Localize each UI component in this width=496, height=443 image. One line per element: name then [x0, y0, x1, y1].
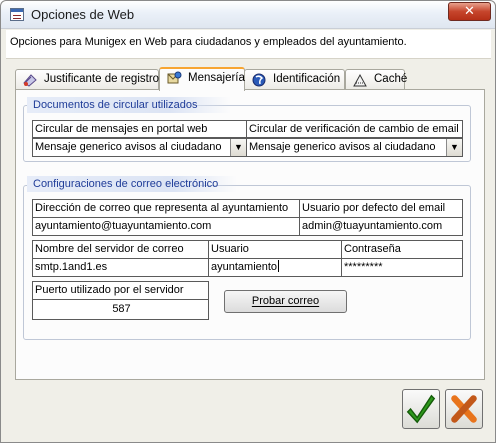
window-title: Opciones de Web	[31, 7, 135, 22]
mail-user-label: Usuario	[208, 240, 342, 259]
port-label: Puerto utilizado por el servidor	[32, 281, 209, 300]
form-icon	[10, 8, 24, 21]
text-caret	[278, 260, 280, 272]
tab-strip: Justificante de registro Identificación …	[15, 67, 485, 91]
test-mail-button-label: Probar correo	[251, 295, 320, 307]
tab-label: Identificación	[273, 73, 341, 85]
cache-icon	[353, 73, 367, 87]
tab-label: Caché	[374, 73, 408, 85]
messaging-icon	[167, 71, 182, 84]
chevron-down-icon[interactable]: ▼	[230, 139, 246, 156]
mail-user-field[interactable]: ayuntamiento	[208, 258, 342, 277]
header-panel: Opciones para Munigex en Web para ciudad…	[6, 30, 491, 59]
tab-cache[interactable]: Caché	[345, 69, 408, 90]
identification-icon	[252, 73, 266, 87]
default-user-email-field[interactable]: admin@tuayuntamiento.com	[299, 217, 463, 236]
tab-label: Mensajería	[188, 72, 245, 84]
portal-message-label: Circular de mensajes en portal web	[32, 120, 247, 138]
mail-server-label: Nombre del servidor de correo	[32, 240, 209, 259]
title-bar[interactable]: Opciones de Web ✕	[1, 1, 495, 29]
chevron-down-icon[interactable]: ▼	[446, 139, 462, 156]
tab-label: Justificante de registro	[44, 73, 160, 85]
email-change-label: Circular de verificación de cambio de em…	[246, 120, 463, 138]
cross-icon	[451, 395, 477, 423]
tab-mensajeria[interactable]: Mensajería	[159, 67, 245, 91]
mail-user-value: ayuntamiento	[211, 261, 278, 273]
header-description: Opciones para Munigex en Web para ciudad…	[10, 36, 407, 48]
portal-message-combo[interactable]: Mensaje generico avisos al ciudadano ▼	[32, 138, 247, 157]
certificate-icon	[23, 74, 37, 87]
default-user-email-label: Usuario por defecto del email	[299, 199, 463, 218]
checkmark-icon	[406, 394, 436, 424]
town-email-label: Dirección de correo que representa al ay…	[32, 199, 300, 218]
email-group-title: Configuraciones de correo electrónico	[27, 176, 237, 192]
documents-group-title: Documentos de circular utilizados	[27, 97, 231, 113]
tab-page-mensajeria: Documentos de circular utilizados Circul…	[15, 89, 485, 380]
town-email-field[interactable]: ayuntamiento@tuayuntamiento.com	[32, 217, 300, 236]
close-button[interactable]: ✕	[448, 2, 491, 21]
mail-password-label: Contraseña	[341, 240, 463, 259]
tab-identificacion[interactable]: Identificación	[244, 69, 345, 90]
mail-server-field[interactable]: smtp.1and1.es	[32, 258, 209, 277]
portal-message-value: Mensaje generico avisos al ciudadano	[35, 141, 222, 153]
test-mail-button[interactable]: Probar correo	[224, 290, 347, 313]
cancel-button[interactable]	[445, 389, 483, 429]
email-change-value: Mensaje generico avisos al ciudadano	[249, 141, 436, 153]
tab-justificante[interactable]: Justificante de registro	[15, 69, 159, 90]
ok-button[interactable]	[402, 389, 440, 429]
email-change-combo[interactable]: Mensaje generico avisos al ciudadano ▼	[246, 138, 463, 157]
mail-password-field[interactable]: *********	[341, 258, 463, 277]
port-field[interactable]: 587	[32, 299, 209, 320]
options-window: Opciones de Web ✕ Opciones para Munigex …	[0, 0, 496, 443]
